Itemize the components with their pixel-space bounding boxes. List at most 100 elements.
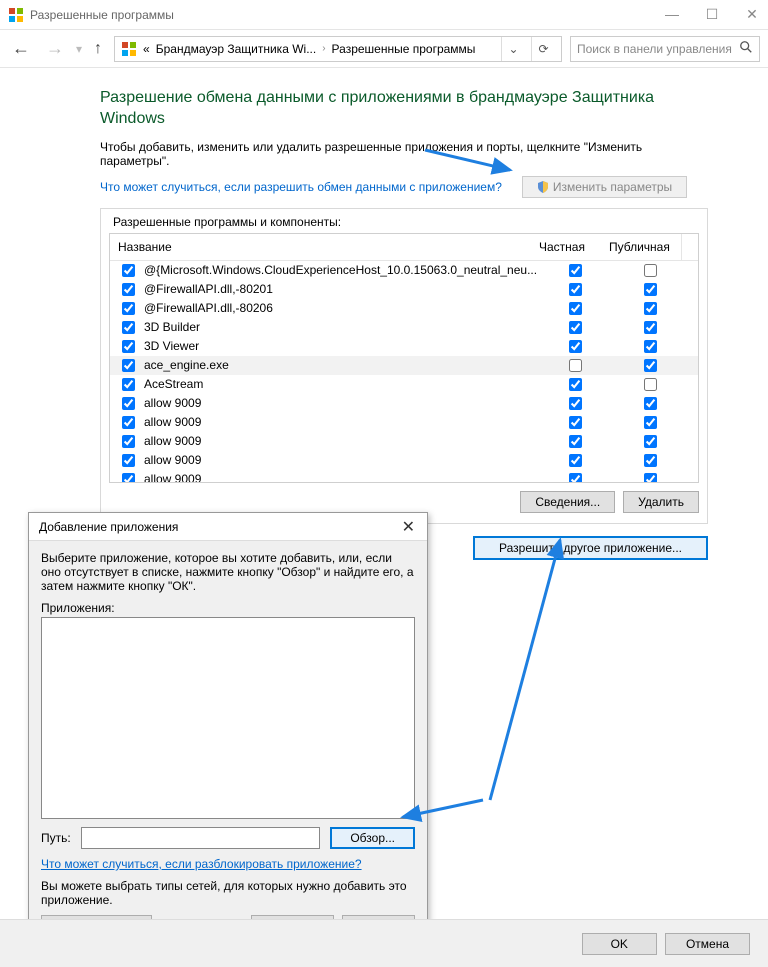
nav-up-button[interactable]: ↑ — [90, 40, 106, 58]
group-label: Разрешенные программы и компоненты: — [109, 215, 699, 229]
apps-label: Приложения: — [41, 601, 415, 615]
table-row[interactable]: @{Microsoft.Windows.CloudExperienceHost_… — [110, 261, 698, 280]
enable-checkbox[interactable] — [122, 302, 135, 315]
enable-checkbox[interactable] — [122, 416, 135, 429]
private-checkbox[interactable] — [569, 302, 582, 315]
search-placeholder: Поиск в панели управления — [577, 42, 733, 56]
nav-forward-button: → — [42, 38, 68, 59]
enable-checkbox[interactable] — [122, 454, 135, 467]
address-dropdown[interactable]: ⌄ — [501, 37, 525, 61]
enable-checkbox[interactable] — [122, 359, 135, 372]
app-name-label: allow 9009 — [144, 434, 201, 448]
table-row[interactable]: allow 9009 — [110, 413, 698, 432]
address-bar[interactable]: « Брандмауэр Защитника Wi... › Разрешенн… — [114, 36, 562, 62]
change-settings-button[interactable]: Изменить параметры — [522, 176, 687, 198]
enable-checkbox[interactable] — [122, 340, 135, 353]
app-name-label: allow 9009 — [144, 396, 201, 410]
enable-checkbox[interactable] — [122, 473, 135, 482]
breadcrumb-2[interactable]: Разрешенные программы — [332, 42, 476, 56]
path-label: Путь: — [41, 831, 71, 845]
public-checkbox[interactable] — [644, 264, 657, 277]
window-buttons: — ☐ ✕ — [664, 6, 760, 23]
private-checkbox[interactable] — [569, 321, 582, 334]
allowed-apps-group: Разрешенные программы и компоненты: Назв… — [100, 208, 708, 524]
col-name-header[interactable]: Название — [110, 234, 531, 260]
public-checkbox[interactable] — [644, 283, 657, 296]
table-row[interactable]: 3D Builder — [110, 318, 698, 337]
app-name-label: @{Microsoft.Windows.CloudExperienceHost_… — [144, 263, 537, 277]
enable-checkbox[interactable] — [122, 321, 135, 334]
private-checkbox[interactable] — [569, 264, 582, 277]
table-row[interactable]: allow 9009 — [110, 451, 698, 470]
nav-back-button[interactable]: ← — [8, 38, 34, 59]
private-checkbox[interactable] — [569, 340, 582, 353]
maximize-button[interactable]: ☐ — [704, 6, 720, 23]
table-row[interactable]: AceStream — [110, 375, 698, 394]
public-checkbox[interactable] — [644, 378, 657, 391]
allow-another-button[interactable]: Разрешить другое приложение... — [473, 536, 708, 560]
enable-checkbox[interactable] — [122, 435, 135, 448]
dialog-title: Добавление приложения — [39, 520, 396, 534]
app-name-label: ace_engine.exe — [144, 358, 229, 372]
titlebar: Разрешенные программы — ☐ ✕ — [0, 0, 768, 30]
add-app-dialog: Добавление приложения ✕ Выберите приложе… — [28, 512, 428, 948]
enable-checkbox[interactable] — [122, 283, 135, 296]
table-row[interactable]: allow 9009 — [110, 394, 698, 413]
instruction-text: Чтобы добавить, изменить или удалить раз… — [100, 140, 708, 168]
shield-icon — [537, 181, 549, 193]
private-checkbox[interactable] — [569, 397, 582, 410]
window-title: Разрешенные программы — [30, 8, 664, 22]
table-row[interactable]: @FirewallAPI.dll,-80201 — [110, 280, 698, 299]
apps-listbox[interactable] — [41, 617, 415, 819]
remove-button[interactable]: Удалить — [623, 491, 699, 513]
private-checkbox[interactable] — [569, 378, 582, 391]
path-input[interactable] — [81, 827, 321, 849]
change-settings-label: Изменить параметры — [553, 180, 672, 194]
public-checkbox[interactable] — [644, 454, 657, 467]
public-checkbox[interactable] — [644, 473, 657, 482]
apps-table: Название Частная Публичная @{Microsoft.W… — [109, 233, 699, 483]
public-checkbox[interactable] — [644, 397, 657, 410]
col-private-header[interactable]: Частная — [531, 234, 601, 260]
minimize-button[interactable]: — — [664, 6, 680, 23]
table-row[interactable]: allow 9009 — [110, 432, 698, 451]
private-checkbox[interactable] — [569, 454, 582, 467]
search-input[interactable]: Поиск в панели управления — [570, 36, 760, 62]
browse-button[interactable]: Обзор... — [330, 827, 415, 849]
cancel-button[interactable]: Отмена — [665, 933, 750, 955]
search-icon[interactable] — [739, 40, 753, 57]
close-button[interactable]: ✕ — [744, 6, 760, 23]
private-checkbox[interactable] — [569, 435, 582, 448]
risk-link[interactable]: Что может случиться, если разрешить обме… — [100, 180, 502, 194]
public-checkbox[interactable] — [644, 359, 657, 372]
dialog-close-button[interactable]: ✕ — [396, 517, 421, 537]
public-checkbox[interactable] — [644, 435, 657, 448]
dialog-risk-link[interactable]: Что может случиться, если разблокировать… — [41, 857, 362, 871]
cp-icon — [121, 41, 137, 57]
public-checkbox[interactable] — [644, 321, 657, 334]
col-public-header[interactable]: Публичная — [601, 234, 681, 260]
table-row[interactable]: allow 9009 — [110, 470, 698, 482]
enable-checkbox[interactable] — [122, 264, 135, 277]
enable-checkbox[interactable] — [122, 397, 135, 410]
breadcrumb-1[interactable]: Брандмауэр Защитника Wi... — [156, 42, 316, 56]
enable-checkbox[interactable] — [122, 378, 135, 391]
table-row[interactable]: @FirewallAPI.dll,-80206 — [110, 299, 698, 318]
ok-button[interactable]: OK — [582, 933, 657, 955]
table-row[interactable]: 3D Viewer — [110, 337, 698, 356]
private-checkbox[interactable] — [569, 473, 582, 482]
app-icon — [8, 7, 24, 23]
details-button[interactable]: Сведения... — [520, 491, 615, 513]
main-content: Разрешение обмена данными с приложениями… — [0, 68, 768, 570]
private-checkbox[interactable] — [569, 283, 582, 296]
table-row[interactable]: ace_engine.exe — [110, 356, 698, 375]
table-body[interactable]: @{Microsoft.Windows.CloudExperienceHost_… — [110, 261, 698, 482]
private-checkbox[interactable] — [569, 416, 582, 429]
public-checkbox[interactable] — [644, 302, 657, 315]
private-checkbox[interactable] — [569, 359, 582, 372]
app-name-label: @FirewallAPI.dll,-80201 — [144, 282, 273, 296]
annotation-arrow-2 — [480, 530, 580, 810]
public-checkbox[interactable] — [644, 340, 657, 353]
refresh-button[interactable]: ⟳ — [531, 37, 555, 61]
public-checkbox[interactable] — [644, 416, 657, 429]
